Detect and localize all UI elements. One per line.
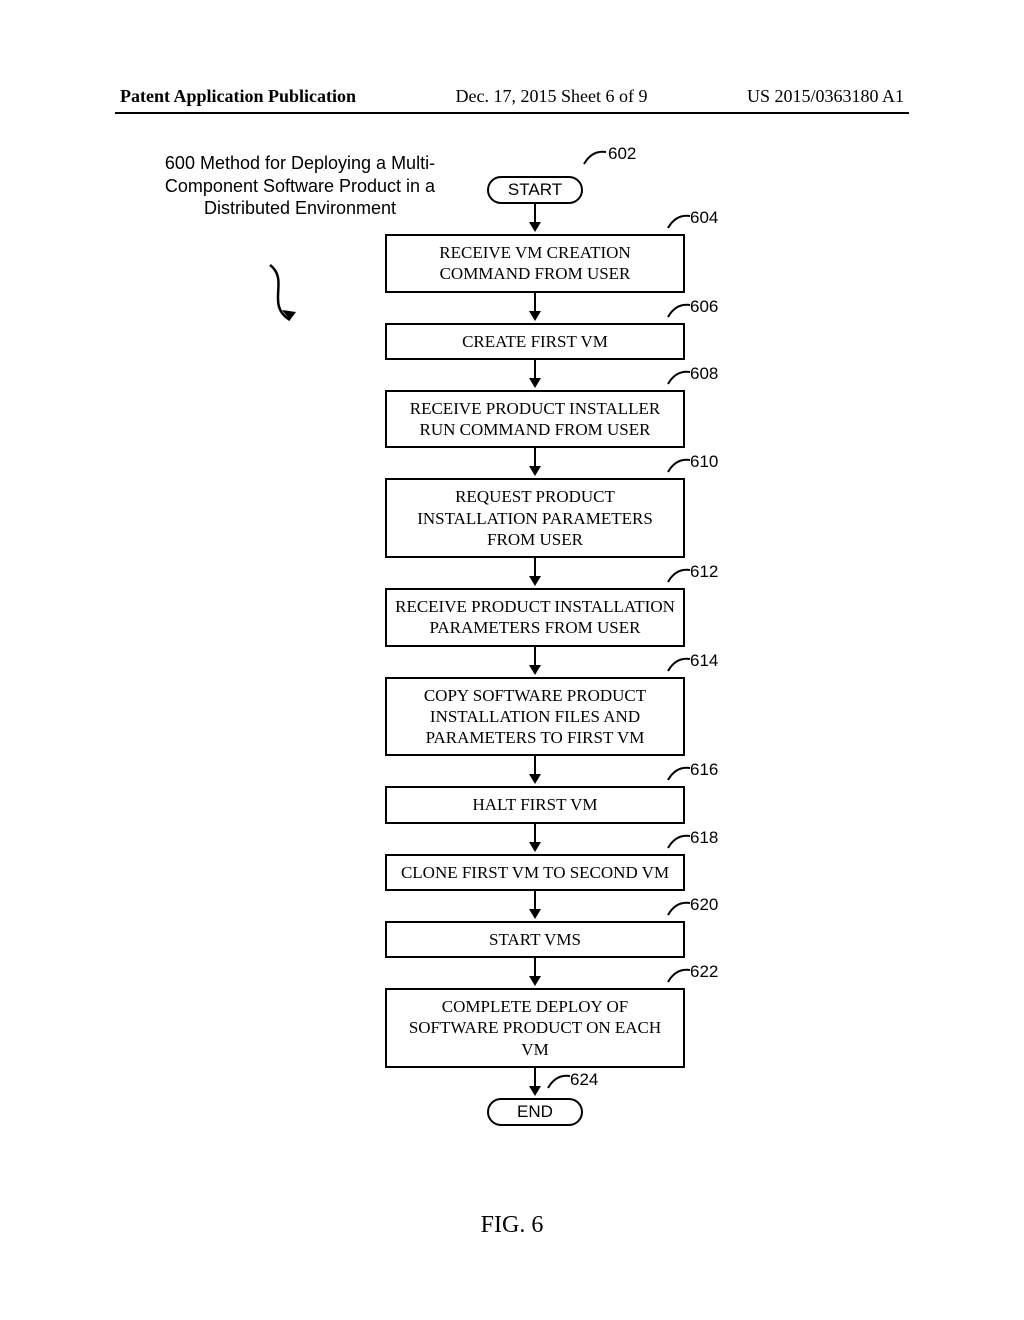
ref-num-616: 616 xyxy=(690,760,718,780)
ref-num-622: 622 xyxy=(690,962,718,982)
page-header: Patent Application Publication Dec. 17, … xyxy=(120,86,904,107)
flow-arrow: 606 xyxy=(370,293,700,323)
ref-tick-icon xyxy=(666,368,692,386)
flow-node-612: RECEIVE PRODUCT INSTALLATION PARAMETERS … xyxy=(385,588,685,647)
ref-tick-icon xyxy=(666,966,692,984)
ref-num-618: 618 xyxy=(690,828,718,848)
down-arrow-icon xyxy=(525,958,545,986)
ref-num-614: 614 xyxy=(690,651,718,671)
ref-tick-icon xyxy=(666,899,692,917)
ref-tick-icon xyxy=(666,566,692,584)
ref-tick-icon xyxy=(666,456,692,474)
flow-node-604: RECEIVE VM CREATION COMMAND FROM USER xyxy=(385,234,685,293)
flow-arrow: 620 xyxy=(370,891,700,921)
flow-node-614: COPY SOFTWARE PRODUCT INSTALLATION FILES… xyxy=(385,677,685,757)
header-left: Patent Application Publication xyxy=(120,86,356,107)
ref-num-608: 608 xyxy=(690,364,718,384)
flow-arrow: 604 xyxy=(370,204,700,234)
ref-num-620: 620 xyxy=(690,895,718,915)
ref-tick-icon xyxy=(666,832,692,850)
flow-arrow: 622 xyxy=(370,958,700,988)
down-arrow-icon xyxy=(525,558,545,586)
ref-tick-icon xyxy=(666,212,692,230)
down-arrow-icon xyxy=(525,204,545,232)
flow-node-618: CLONE FIRST VM TO SECOND VM xyxy=(385,854,685,891)
flow-node-608: RECEIVE PRODUCT INSTALLER RUN COMMAND FR… xyxy=(385,390,685,449)
ref-num-606: 606 xyxy=(690,297,718,317)
down-arrow-icon xyxy=(525,360,545,388)
flow-arrow: 618 xyxy=(370,824,700,854)
down-arrow-icon xyxy=(525,891,545,919)
flow-arrow: 612 xyxy=(370,558,700,588)
down-arrow-icon xyxy=(525,293,545,321)
flow-arrow: 614 xyxy=(370,647,700,677)
header-right: US 2015/0363180 A1 xyxy=(747,86,904,107)
flow-node-622: COMPLETE DEPLOY OF SOFTWARE PRODUCT ON E… xyxy=(385,988,685,1068)
ref-num-610: 610 xyxy=(690,452,718,472)
flow-node-620: START VMS xyxy=(385,921,685,958)
ref-num-612: 612 xyxy=(690,562,718,582)
down-arrow-icon xyxy=(525,824,545,852)
ref-tick-icon xyxy=(666,655,692,673)
flow-node-606: CREATE FIRST VM xyxy=(385,323,685,360)
ref-num-604: 604 xyxy=(690,208,718,228)
ref-tick-icon xyxy=(546,1072,572,1090)
ref-num-624: 624 xyxy=(570,1070,598,1090)
flow-node-610: REQUEST PRODUCT INSTALLATION PARAMETERS … xyxy=(385,478,685,558)
flow-arrow: 624 xyxy=(370,1068,700,1098)
flow-node-624: END xyxy=(487,1098,583,1126)
flow-node-616: HALT FIRST VM xyxy=(385,786,685,823)
ref-num-602: 602 xyxy=(608,144,636,164)
down-arrow-icon xyxy=(525,756,545,784)
ref-tick-icon xyxy=(666,301,692,319)
page: Patent Application Publication Dec. 17, … xyxy=(0,0,1024,1320)
down-arrow-icon xyxy=(525,1068,545,1096)
ref-tick-icon xyxy=(666,764,692,782)
flow-arrow: 616 xyxy=(370,756,700,786)
flow-node-602: START xyxy=(487,176,583,204)
flow-arrow: 608 xyxy=(370,360,700,390)
down-arrow-icon xyxy=(525,647,545,675)
flowchart: 602START604RECEIVE VM CREATION COMMAND F… xyxy=(370,176,700,1126)
flow-arrow: 610 xyxy=(370,448,700,478)
figure-label: FIG. 6 xyxy=(0,1212,1024,1239)
pointer-arrow-icon xyxy=(260,260,320,340)
header-center: Dec. 17, 2015 Sheet 6 of 9 xyxy=(456,86,648,107)
header-rule xyxy=(115,112,909,114)
down-arrow-icon xyxy=(525,448,545,476)
ref-tick-icon xyxy=(582,148,608,166)
